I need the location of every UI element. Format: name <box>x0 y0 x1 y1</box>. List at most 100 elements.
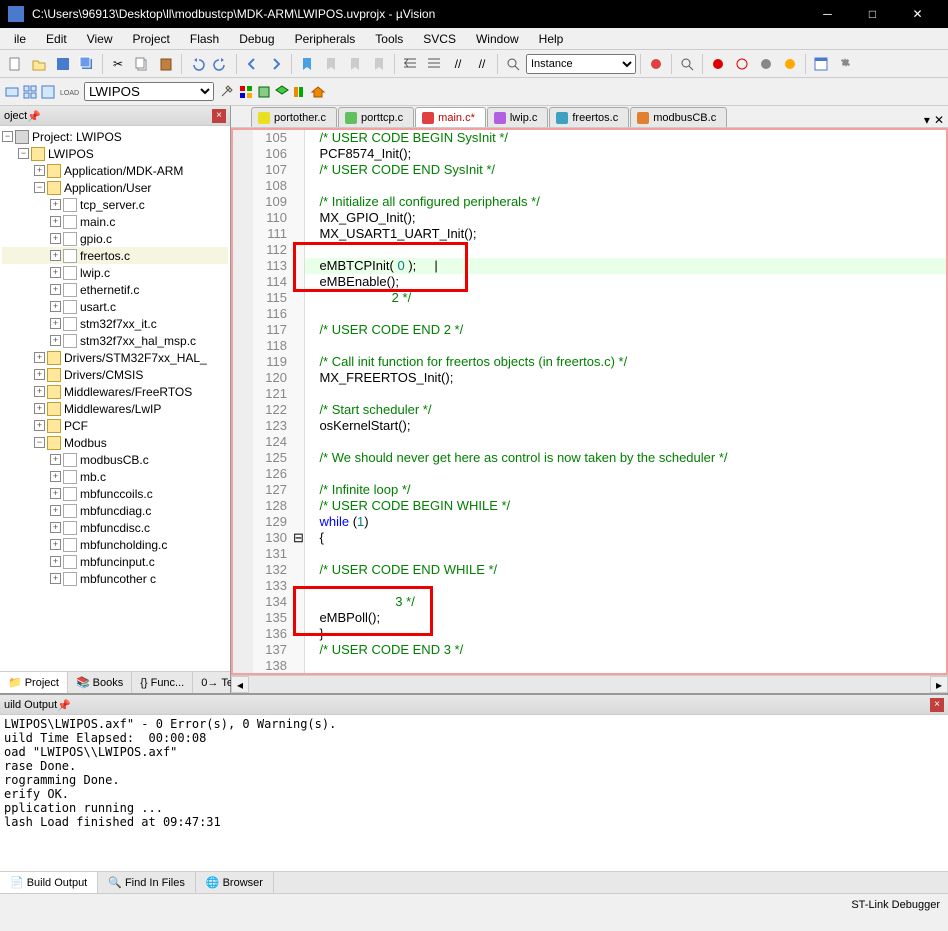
undo-icon[interactable] <box>186 53 208 75</box>
menu-flash[interactable]: Flash <box>180 30 229 48</box>
home-icon[interactable] <box>310 84 326 100</box>
bookmark-prev-icon[interactable] <box>320 53 342 75</box>
comment-icon[interactable]: // <box>447 53 469 75</box>
close-button[interactable]: ✕ <box>895 0 940 28</box>
tree-item[interactable]: +mbfuncholding.c <box>2 536 228 553</box>
translate-icon[interactable] <box>4 84 20 100</box>
breakpoint-red-icon[interactable] <box>707 53 729 75</box>
file-tab[interactable]: lwip.c <box>487 107 549 127</box>
window-icon[interactable] <box>810 53 832 75</box>
build-icon[interactable] <box>22 84 38 100</box>
tree-item[interactable]: −LWIPOS <box>2 145 228 162</box>
tree-item[interactable]: +Drivers/CMSIS <box>2 366 228 383</box>
editor-scrollbar[interactable]: ◂ ▸ <box>231 675 948 693</box>
file-tab[interactable]: portother.c <box>251 107 337 127</box>
tab-project[interactable]: 📁 Project <box>0 672 68 693</box>
tree-item[interactable]: +mb.c <box>2 468 228 485</box>
menu-ile[interactable]: ile <box>4 30 36 48</box>
project-tree[interactable]: −Project: LWIPOS−LWIPOS+Application/MDK-… <box>0 126 230 671</box>
bookmark-clear-icon[interactable] <box>368 53 390 75</box>
maximize-button[interactable]: □ <box>850 0 895 28</box>
menu-debug[interactable]: Debug <box>229 30 284 48</box>
tab-browser[interactable]: 🌐 Browser <box>196 872 274 893</box>
menu-project[interactable]: Project <box>123 30 180 48</box>
tree-item[interactable]: +stm32f7xx_it.c <box>2 315 228 332</box>
tree-item[interactable]: +mbfuncother c <box>2 570 228 587</box>
bookmark-icon[interactable] <box>296 53 318 75</box>
rte-icon[interactable] <box>274 84 290 100</box>
tree-item[interactable]: +usart.c <box>2 298 228 315</box>
manage-icon[interactable] <box>238 84 254 100</box>
tree-item[interactable]: −Application/User <box>2 179 228 196</box>
tab-build-output[interactable]: 📄 Build Output <box>0 872 98 893</box>
tree-item[interactable]: +mbfuncinput.c <box>2 553 228 570</box>
pin-icon[interactable]: 📌 <box>27 110 39 122</box>
build-close-button[interactable]: × <box>930 698 944 712</box>
tree-item[interactable]: +Middlewares/FreeRTOS <box>2 383 228 400</box>
tab-dropdown-icon[interactable]: ▾ <box>924 113 930 127</box>
menu-tools[interactable]: Tools <box>365 30 413 48</box>
find-icon[interactable] <box>502 53 524 75</box>
outdent-icon[interactable] <box>423 53 445 75</box>
menu-window[interactable]: Window <box>466 30 529 48</box>
file-tab[interactable]: freertos.c <box>549 107 629 127</box>
breakpoint-disable-icon[interactable] <box>731 53 753 75</box>
indent-icon[interactable] <box>399 53 421 75</box>
menu-view[interactable]: View <box>77 30 123 48</box>
target-select[interactable]: LWIPOS <box>84 82 214 101</box>
menu-svcs[interactable]: SVCS <box>413 30 466 48</box>
minimize-button[interactable]: ─ <box>805 0 850 28</box>
tab-find-in-files[interactable]: 🔍 Find In Files <box>98 872 196 893</box>
tree-item[interactable]: +tcp_server.c <box>2 196 228 213</box>
rebuild-icon[interactable] <box>40 84 56 100</box>
config-icon[interactable] <box>834 53 856 75</box>
tab-functions[interactable]: {} Func... <box>132 672 193 693</box>
menu-edit[interactable]: Edit <box>36 30 77 48</box>
nav-back-icon[interactable] <box>241 53 263 75</box>
menu-help[interactable]: Help <box>529 30 574 48</box>
uncomment-icon[interactable]: // <box>471 53 493 75</box>
menu-peripherals[interactable]: Peripherals <box>285 30 366 48</box>
tree-item[interactable]: +lwip.c <box>2 264 228 281</box>
paste-icon[interactable] <box>155 53 177 75</box>
tree-item[interactable]: +main.c <box>2 213 228 230</box>
tree-item[interactable]: +mbfunccoils.c <box>2 485 228 502</box>
file-tab[interactable]: modbusCB.c <box>630 107 727 127</box>
scroll-left-icon[interactable]: ◂ <box>231 676 249 693</box>
file-tab[interactable]: porttcp.c <box>338 107 414 127</box>
tree-item[interactable]: +mbfuncdiag.c <box>2 502 228 519</box>
books-icon[interactable] <box>292 84 308 100</box>
tree-item[interactable]: +freertos.c <box>2 247 228 264</box>
nav-fwd-icon[interactable] <box>265 53 287 75</box>
tree-item[interactable]: −Modbus <box>2 434 228 451</box>
copy-icon[interactable] <box>131 53 153 75</box>
scroll-right-icon[interactable]: ▸ <box>930 676 948 693</box>
redo-icon[interactable] <box>210 53 232 75</box>
tree-item[interactable]: +Application/MDK-ARM <box>2 162 228 179</box>
tree-item[interactable]: +mbfuncdisc.c <box>2 519 228 536</box>
find-combo[interactable]: Instance <box>526 54 636 74</box>
breakpoint-all-icon[interactable] <box>779 53 801 75</box>
new-file-icon[interactable] <box>4 53 26 75</box>
breakpoint-kill-icon[interactable] <box>755 53 777 75</box>
save-icon[interactable] <box>52 53 74 75</box>
cut-icon[interactable]: ✂ <box>107 53 129 75</box>
debug-icon[interactable] <box>645 53 667 75</box>
tab-close-icon[interactable]: ✕ <box>934 113 944 127</box>
open-file-icon[interactable] <box>28 53 50 75</box>
tree-item[interactable]: +Middlewares/LwIP <box>2 400 228 417</box>
bookmark-next-icon[interactable] <box>344 53 366 75</box>
find-in-files-icon[interactable] <box>676 53 698 75</box>
tab-books[interactable]: 📚 Books <box>68 672 132 693</box>
file-tab[interactable]: main.c* <box>415 107 486 127</box>
download-icon[interactable]: LOAD <box>60 85 80 99</box>
tree-item[interactable]: +PCF <box>2 417 228 434</box>
options-icon[interactable] <box>218 84 234 100</box>
code-editor[interactable]: 1051061071081091101111121131141151161171… <box>231 128 948 675</box>
tree-item[interactable]: +gpio.c <box>2 230 228 247</box>
build-pin-icon[interactable]: 📌 <box>57 699 69 711</box>
pack-icon[interactable] <box>256 84 272 100</box>
build-output-text[interactable]: LWIPOS\LWIPOS.axf" - 0 Error(s), 0 Warni… <box>0 715 948 871</box>
pane-close-button[interactable]: × <box>212 109 226 123</box>
tree-item[interactable]: +stm32f7xx_hal_msp.c <box>2 332 228 349</box>
